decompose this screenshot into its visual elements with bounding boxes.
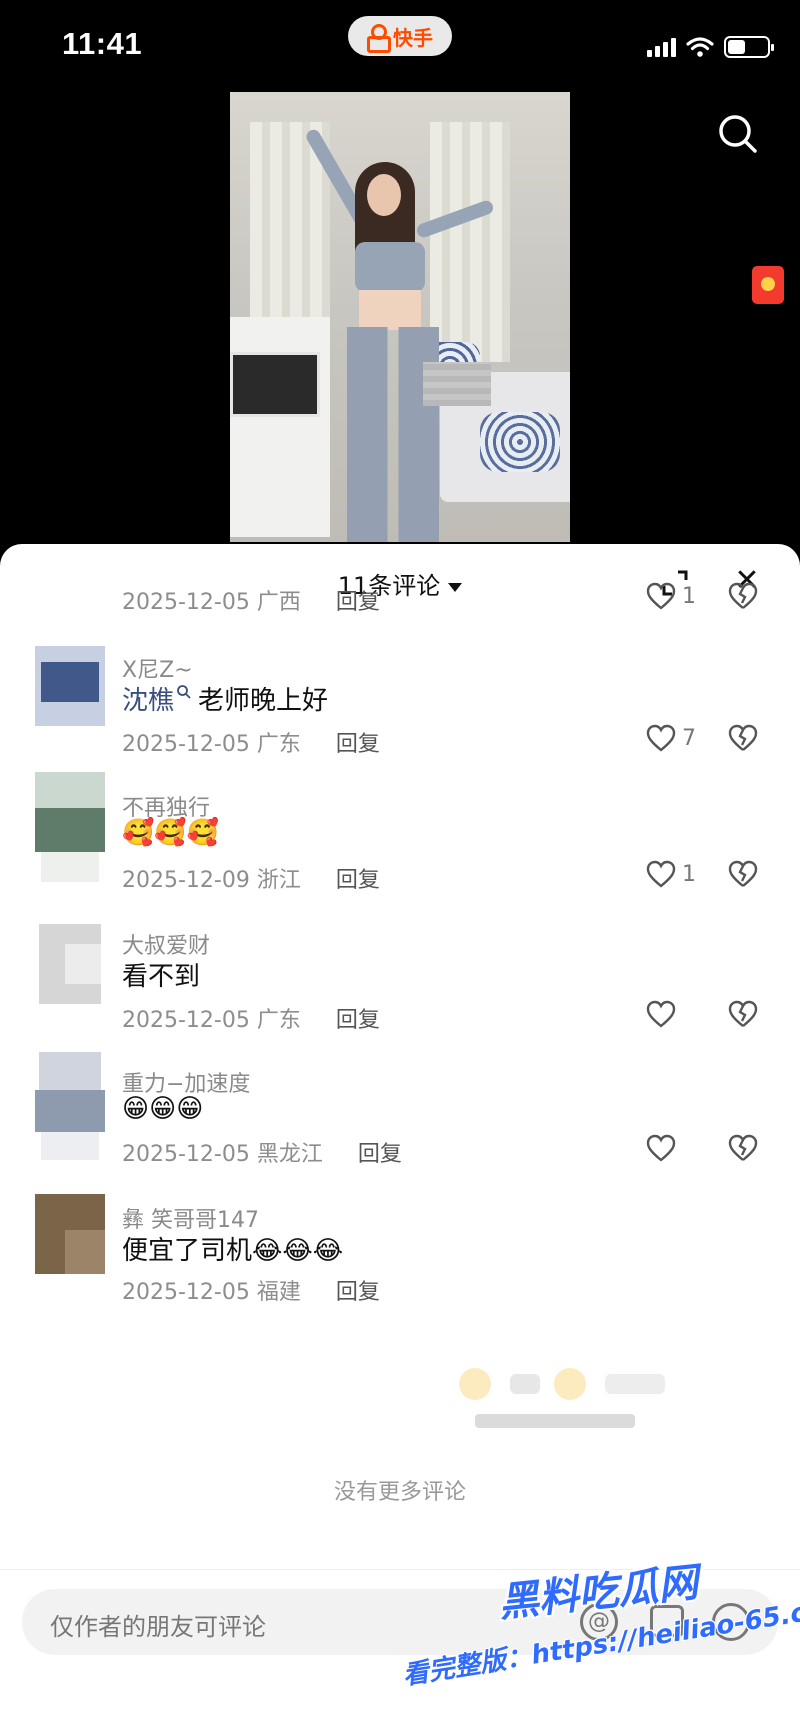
comment-meta: 2025-12-05 广东 回复: [122, 726, 380, 758]
search-small-icon: [177, 685, 191, 699]
app-name: 快手: [393, 25, 433, 50]
video-player[interactable]: [230, 92, 570, 542]
comment-meta: 2025-12-05 广西 回复: [122, 584, 380, 616]
heart-icon: [646, 860, 676, 888]
mention-link[interactable]: 沈樵: [122, 686, 174, 716]
comment-date: 2025-12-05: [122, 1142, 250, 1167]
heart-icon: [646, 1134, 676, 1162]
avatar[interactable]: [35, 1194, 105, 1274]
broken-heart-icon[interactable]: [728, 724, 758, 752]
like-button[interactable]: 1: [646, 582, 696, 610]
avatar[interactable]: [35, 646, 105, 726]
like-button[interactable]: 7: [646, 724, 696, 752]
blurred-overlay: [455, 1354, 755, 1444]
broken-heart-icon[interactable]: [728, 1000, 758, 1028]
comment-date: 2025-12-05: [122, 1008, 250, 1033]
app-badge[interactable]: 快手: [348, 16, 452, 56]
comment-region: 浙江: [256, 868, 301, 893]
reply-button[interactable]: 回复: [336, 1280, 380, 1305]
comment-text: 沈樵 老师晚上好: [122, 680, 328, 717]
heart-icon: [646, 1000, 676, 1028]
mosaic-blur: [423, 362, 491, 406]
comment-region: 广东: [256, 732, 301, 757]
comment-meta: 2025-12-05 黑龙江 回复: [122, 1136, 402, 1168]
like-count: 1: [682, 861, 696, 887]
heart-icon: [646, 724, 676, 752]
comment-date: 2025-12-05: [122, 590, 250, 615]
reply-button[interactable]: 回复: [336, 732, 380, 757]
reply-button[interactable]: 回复: [358, 1142, 402, 1167]
comment-text: 😁😁😁: [122, 1094, 204, 1124]
avatar[interactable]: [35, 772, 105, 892]
comment-meta: 2025-12-09 浙江 回复: [122, 862, 380, 894]
like-count: 1: [682, 583, 696, 609]
like-button[interactable]: 1: [646, 860, 696, 888]
wifi-icon: [686, 37, 714, 57]
comment-date: 2025-12-09: [122, 868, 250, 893]
no-more-comments: 没有更多评论: [333, 1480, 466, 1505]
cellular-signal-icon: [647, 37, 676, 57]
comment-date: 2025-12-05: [122, 1280, 250, 1305]
comment-body: 老师晚上好: [198, 686, 329, 716]
comment-text: 便宜了司机😂😂😂: [122, 1236, 344, 1266]
broken-heart-icon[interactable]: [728, 582, 758, 610]
battery-icon: [724, 36, 774, 58]
reply-button[interactable]: 回复: [336, 1008, 380, 1033]
comment-region: 福建: [256, 1280, 301, 1305]
caret-down-icon: [448, 582, 463, 592]
avatar[interactable]: [35, 1052, 105, 1162]
comment-region: 广西: [256, 590, 301, 615]
red-packet-icon[interactable]: [752, 266, 784, 304]
reply-button[interactable]: 回复: [336, 590, 380, 615]
heart-icon: [646, 582, 676, 610]
broken-heart-icon[interactable]: [728, 1134, 758, 1162]
like-button[interactable]: [646, 1000, 682, 1028]
comment-text: 🥰🥰🥰: [122, 818, 220, 848]
comment-input-placeholder: 仅作者的朋友可评论: [50, 1613, 266, 1641]
video-subject: [303, 122, 495, 542]
search-icon[interactable]: [716, 112, 760, 156]
like-button[interactable]: [646, 1134, 682, 1162]
comment-region: 广东: [256, 1008, 301, 1033]
reply-button[interactable]: 回复: [336, 868, 380, 893]
comment-meta: 2025-12-05 广东 回复: [122, 1002, 380, 1034]
comment-date: 2025-12-05: [122, 732, 250, 757]
avatar[interactable]: [35, 924, 105, 1004]
like-count: 7: [682, 725, 696, 751]
status-icons: [647, 36, 774, 58]
app-logo-icon: [367, 24, 391, 53]
comment-text: 看不到: [122, 962, 201, 992]
status-time: 11:41: [62, 26, 143, 61]
comment-meta: 2025-12-05 福建 回复: [122, 1274, 380, 1306]
comment-region: 黑龙江: [256, 1142, 323, 1167]
broken-heart-icon[interactable]: [728, 860, 758, 888]
